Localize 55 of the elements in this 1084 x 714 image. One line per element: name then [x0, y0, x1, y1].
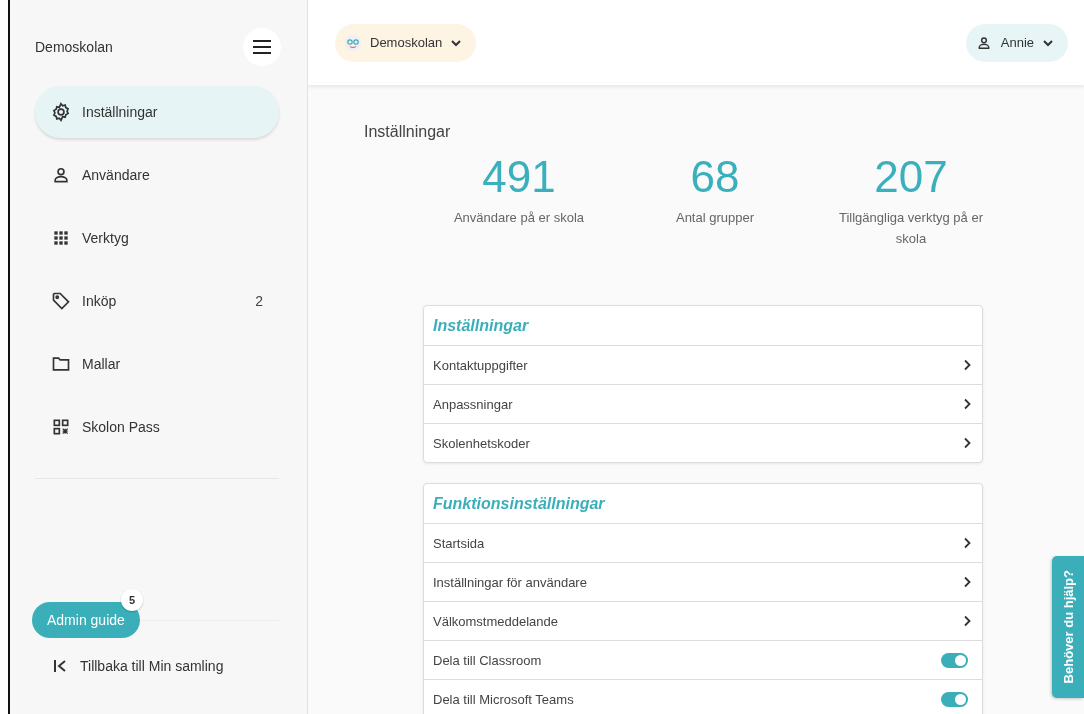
row-label: Dela till Classroom	[433, 652, 542, 668]
person-icon	[51, 165, 71, 185]
gear-icon	[51, 102, 71, 122]
row-label: Anpassningar	[433, 396, 513, 412]
settings-row[interactable]: Skolenhetskoder	[424, 423, 982, 462]
stat-value: 207	[874, 153, 948, 201]
row-label: Startsida	[433, 535, 485, 551]
nav-label: Användare	[82, 167, 151, 183]
stat-label: Användare på er skola	[453, 209, 585, 227]
collapse-left-icon	[53, 659, 67, 673]
tag-icon	[51, 291, 71, 311]
school-name: Demoskolan	[35, 39, 113, 55]
toggle-row[interactable]: Dela till Microsoft Teams	[424, 679, 982, 714]
toggle-switch[interactable]	[941, 691, 968, 707]
nav-item[interactable]: Skolon Pass	[35, 401, 279, 453]
stat-value: 68	[690, 153, 740, 201]
nav-item[interactable]: Mallar	[35, 338, 279, 390]
settings-row[interactable]: Startsida	[424, 524, 982, 562]
nav-label: Skolon Pass	[82, 419, 161, 435]
count-badge: 5	[121, 589, 143, 611]
folder-icon	[51, 354, 71, 374]
back-link[interactable]: Tillbaka till Min samling	[53, 658, 279, 674]
row-label: Skolenhetskoder	[433, 435, 530, 451]
settings-row[interactable]: Inställningar för användare	[424, 562, 982, 601]
card-title: Inställningar	[424, 306, 982, 346]
row-label: Välkomstmeddelande	[433, 613, 559, 629]
user-menu[interactable]: Annie	[965, 23, 1068, 62]
nav-item[interactable]: Inställningar	[35, 86, 279, 138]
count-label: 2	[255, 293, 263, 309]
nav-item[interactable]: Användare	[35, 149, 279, 201]
nav-item[interactable]: Verktyg	[35, 212, 279, 264]
row-label: Dela till Microsoft Teams	[433, 691, 574, 707]
card-title: Funktionsinställningar	[424, 484, 982, 524]
stat-value: 491	[482, 153, 556, 201]
menu-button[interactable]	[243, 28, 281, 66]
row-label: Inställningar för användare	[433, 574, 587, 590]
toggle-row[interactable]: Dela till Classroom	[424, 640, 982, 679]
nav-label: Inköp	[82, 293, 118, 309]
school-selector[interactable]: Demoskolan	[335, 23, 477, 62]
nav-item[interactable]: Inköp 2	[35, 275, 279, 327]
nav-label: Verktyg	[82, 230, 130, 246]
row-label: Kontaktuppgifter	[433, 357, 528, 373]
settings-row[interactable]: Anpassningar	[424, 384, 982, 423]
nav-label: Inställningar	[82, 104, 159, 120]
mascot-logo-icon	[345, 34, 361, 51]
grid-icon	[51, 228, 71, 248]
settings-row[interactable]: Välkomstmeddelande	[424, 601, 982, 640]
qr-code-icon	[51, 417, 71, 437]
settings-row[interactable]: Kontaktuppgifter	[424, 346, 982, 384]
nav-label: Mallar	[82, 356, 122, 372]
stat-label: Tillgängliga verktyg på er skola	[838, 209, 984, 248]
menu-icon	[253, 40, 271, 54]
page-title: Inställningar	[364, 123, 452, 141]
stat-label: Antal grupper	[675, 209, 755, 227]
toggle-switch[interactable]	[941, 652, 968, 668]
